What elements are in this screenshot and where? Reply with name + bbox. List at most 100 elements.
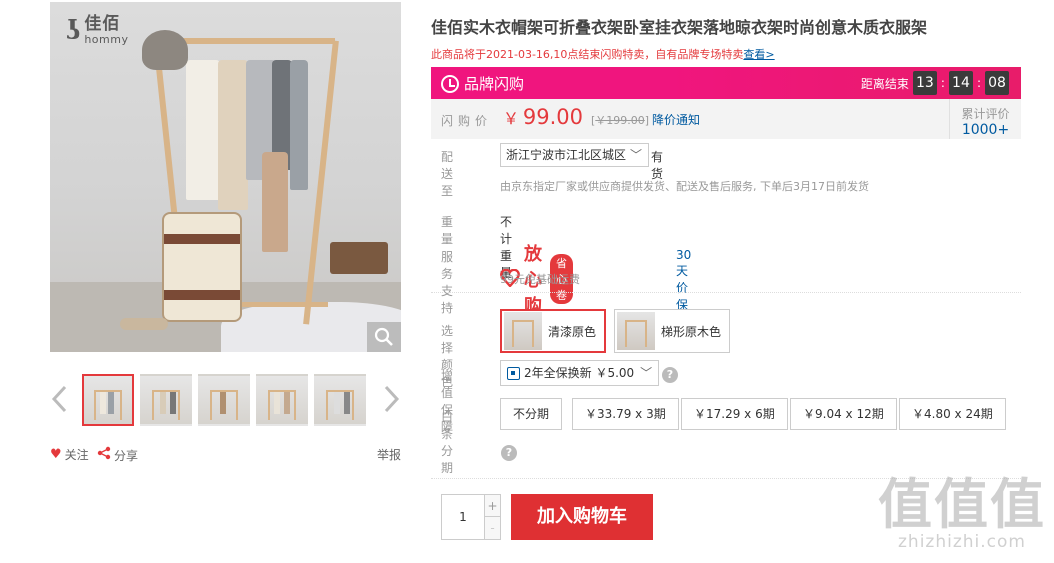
original-price-value: ￥199.00 [595,114,645,127]
magnifier-icon[interactable] [367,322,401,352]
flash-label: 品牌闪购 [441,73,524,94]
share-icon [97,446,111,464]
countdown-sep: : [976,76,981,90]
coat-beige [218,60,248,210]
color-swatch [504,312,542,350]
thumb-rack [268,390,296,420]
address-select[interactable]: 浙江宁波市江北区城区 ﹀ [500,143,650,167]
countdown-hours: 13 [912,71,937,95]
review-summary[interactable]: 累计评价 1000+ [949,99,1021,139]
thumb-cloth [100,392,106,414]
thumb-cloth [334,392,340,414]
countdown-minutes: 14 [948,71,973,95]
watermark: 值值值 zhizhizhi.com [878,473,1046,553]
thumbnail[interactable] [82,374,134,426]
follow-label: 关注 [64,448,89,462]
delivery-label: 配送至 [441,150,459,198]
flash-label-text: 品牌闪购 [464,75,525,93]
clock-icon [441,74,459,93]
logo-en: hommy [84,32,129,46]
add-to-cart-button[interactable]: 加入购物车 [511,494,653,540]
price-label: 闪购价 [441,114,493,128]
installment-option[interactable]: ￥9.04 x 12期 [790,398,897,430]
suitcase-band [164,234,240,244]
dress-tan [262,152,288,252]
free-shipping-note: 99元免基础运费 [500,273,580,286]
price-box: 闪购价 ￥ 99.00 [￥199.00] 降价通知 累计评价 1000+ [431,99,1021,139]
quantity-stepper[interactable]: 1 + - [441,494,501,540]
address-value: 浙江宁波市江北区城区 [506,148,627,162]
product-title: 佳佰实木衣帽架可折叠衣架卧室挂衣架落地晾衣架时尚创意木质衣服架 [431,18,928,37]
warranty-value: 2年全保换新 ￥5.00 [524,366,635,380]
stock-status: 有货 [651,150,664,181]
chevron-down-icon: ﹀ [640,366,653,380]
main-product-image[interactable]: ʖ 佳佰 hommy [50,2,401,352]
color-option[interactable]: 梯形原木色 [614,309,731,353]
chevron-right-icon[interactable] [381,384,401,414]
installment-option[interactable]: 不分期 [500,398,563,430]
countdown-seconds: 08 [985,71,1009,95]
thumbnail[interactable] [198,374,250,426]
color-swatch [617,312,655,350]
thumb-cloth [284,392,290,414]
quantity-value[interactable]: 1 [442,495,484,539]
countdown-sep: : [940,76,945,90]
review-count: 1000+ [961,122,1010,138]
watermark-big: 值值值 [878,473,1046,536]
thumb-cloth [160,392,166,414]
logo-mark: ʖ [66,15,81,46]
scarf [290,60,308,190]
countdown: 距离结束 13 : 14 : 08 [861,71,1009,95]
notice-view-link[interactable]: 查看> [743,48,774,61]
notice-text: 此商品将于2021-03-16,10点结束闪购特卖，自有品牌专场特卖 [431,48,744,61]
thumbnail[interactable] [314,374,366,426]
service-label: 服务支持 [441,250,455,315]
share-button[interactable]: 分享 [97,446,138,464]
shipping-note: 由京东指定厂家或供应商提供发货、配送及售后服务, 下单后3月17日前发货 [500,180,869,193]
price-value: 99.00 [522,105,583,129]
color-option-label: 清漆原色 [548,324,597,339]
color-option-label: 梯形原木色 [661,324,722,339]
hat [142,30,188,70]
quantity-minus-button[interactable]: - [484,517,500,539]
original-price: [￥199.00] [591,114,650,127]
report-link[interactable]: 举报 [377,446,401,463]
brand-logo: ʖ 佳佰 hommy [66,14,129,46]
logo-cn: 佳佰 [84,14,121,34]
heart-icon: ♥ [50,447,62,462]
divider [431,292,1021,293]
thumb-cloth [170,392,176,414]
follow-button[interactable]: ♥ 关注 [50,446,89,463]
help-icon[interactable]: ? [501,445,517,461]
installment-option[interactable]: ￥33.79 x 3期 [572,398,679,430]
flash-price: ￥ 99.00 [503,105,583,129]
countdown-label: 距离结束 [860,76,909,91]
installment-option[interactable]: ￥4.80 x 24期 [899,398,1006,430]
price-protect-link[interactable]: 30天价保 [676,248,691,313]
price-drop-notify-link[interactable]: 降价通知 [652,111,700,128]
thumb-cloth [274,392,280,414]
thumb-cloth [344,392,350,414]
review-label: 累计评价 [961,107,1010,121]
share-label: 分享 [114,448,139,463]
watermark-small: zhizhizhi.com [898,532,1026,552]
thumbnail-strip [50,372,401,428]
gallery-actions: ♥ 关注 分享 举报 [50,446,401,464]
shield-icon [507,366,520,380]
price-currency: ￥ [503,109,520,128]
flash-sale-bar: 品牌闪购 距离结束 13 : 14 : 08 [431,67,1021,99]
quantity-plus-button[interactable]: + [484,495,500,517]
help-icon[interactable]: ? [662,367,678,383]
flash-sale-notice: 此商品将于2021-03-16,10点结束闪购特卖，自有品牌专场特卖查看> [431,46,775,62]
thumb-cloth [220,392,226,414]
thumb-cloth [108,392,114,414]
thumbnail[interactable] [140,374,192,426]
chevron-left-icon[interactable] [50,384,70,414]
warranty-select[interactable]: 2年全保换新 ￥5.00 ﹀ [500,360,660,386]
weight-label: 重量 [441,215,459,246]
thumbnail[interactable] [256,374,308,426]
shoes [120,318,168,330]
coat-white [186,60,220,200]
installment-option[interactable]: ￥17.29 x 6期 [681,398,788,430]
color-option[interactable]: 清漆原色 [500,309,607,353]
